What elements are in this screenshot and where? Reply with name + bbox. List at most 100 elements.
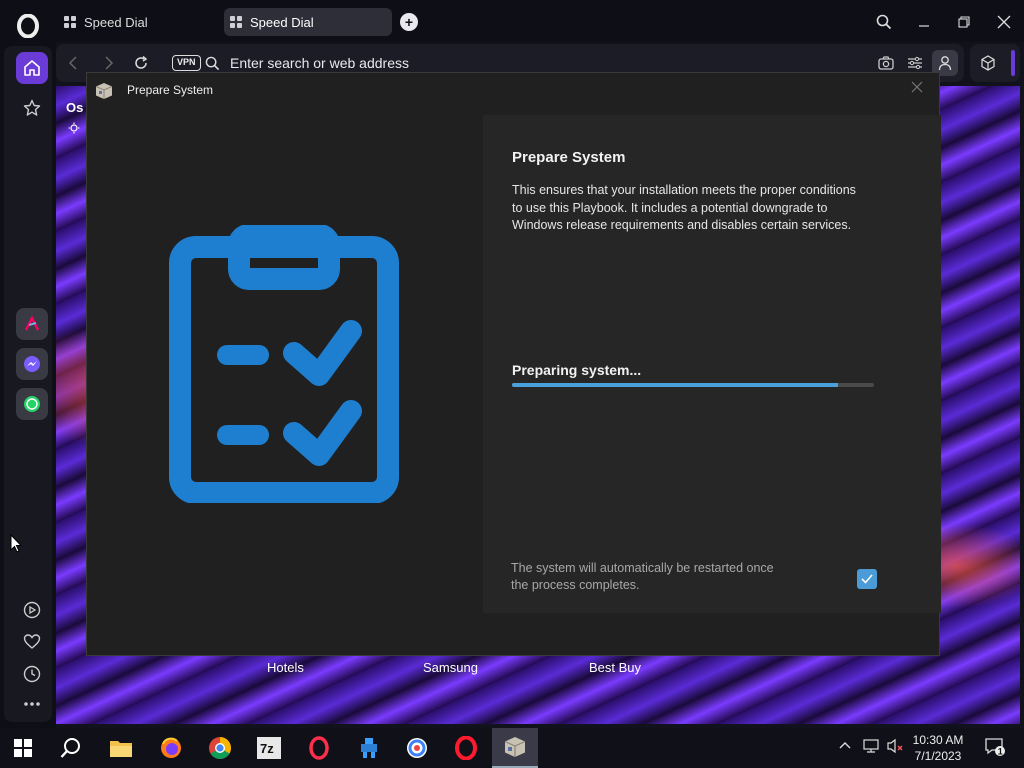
more-dots-icon (24, 702, 40, 706)
taskbar-file-explorer[interactable] (98, 728, 144, 768)
windows-logo-icon (14, 739, 32, 757)
easy-setup-button[interactable] (905, 53, 925, 73)
sidebar-player-button[interactable] (16, 594, 48, 626)
reload-icon (135, 56, 148, 69)
taskbar-brave[interactable] (394, 728, 440, 768)
close-window-button[interactable] (992, 10, 1016, 34)
dialog-close-button[interactable] (907, 79, 927, 99)
minimize-button[interactable] (912, 10, 936, 34)
tab-speed-dial-2[interactable]: Speed Dial (224, 8, 392, 36)
progress-status-text: Preparing system... (512, 362, 642, 378)
notification-icon: 1 (985, 738, 1005, 757)
restore-button[interactable] (952, 10, 976, 34)
clipboard-checklist-icon (169, 225, 399, 503)
reload-button[interactable] (130, 52, 152, 74)
taskbar-opera-gx[interactable] (296, 728, 342, 768)
dialog-window-title: Prepare System (127, 83, 214, 97)
tab-label: Speed Dial (250, 14, 314, 30)
restart-checkbox[interactable] (857, 569, 877, 589)
windows-taskbar: 7z 10:30 AM 7/1/2023 1 (0, 728, 1024, 768)
whatsapp-icon (24, 396, 40, 412)
progress-bar (512, 383, 874, 387)
chevron-right-icon (105, 56, 114, 70)
address-search-icon (202, 53, 222, 73)
prepare-system-dialog: Prepare System Prepare System This ensur… (86, 72, 941, 656)
taskbar-chrome[interactable] (197, 728, 243, 768)
browser-sidebar (0, 0, 56, 728)
back-button[interactable] (62, 52, 84, 74)
sidebar-more-button[interactable] (16, 688, 48, 720)
speed-dial-grid-icon (64, 16, 76, 28)
search-icon (60, 738, 80, 758)
tab-label: Speed Dial (84, 14, 148, 30)
opera-logo-icon[interactable] (14, 13, 42, 42)
taskbar-playbook-installer[interactable] (492, 728, 538, 768)
start-button[interactable] (0, 728, 46, 768)
opera-gx-icon (309, 736, 329, 760)
mouse-cursor-icon (10, 534, 22, 553)
tab-speed-dial-1[interactable]: Speed Dial (58, 8, 218, 36)
sidebar-aria-button[interactable] (16, 308, 48, 340)
taskbar-7zip[interactable]: 7z (246, 728, 292, 768)
restore-icon (958, 16, 970, 28)
snapshot-button[interactable] (876, 53, 896, 73)
clock-icon (23, 665, 41, 683)
taskbar-pixel-app[interactable] (346, 728, 392, 768)
chrome-icon (209, 737, 231, 759)
notification-count: 1 (998, 747, 1003, 757)
sidebar-home-button[interactable] (16, 52, 48, 84)
cube-icon (981, 55, 995, 71)
camera-icon (878, 56, 894, 70)
new-tab-button[interactable]: + (400, 13, 418, 31)
taskbar-search-button[interactable] (48, 728, 94, 768)
sidebar-messenger-button[interactable] (16, 348, 48, 380)
clock-date: 7/1/2023 (914, 749, 962, 763)
opera-icon (455, 736, 477, 760)
tab-search-button[interactable] (872, 10, 896, 34)
play-circle-icon (23, 601, 41, 619)
7zip-icon: 7z (257, 737, 281, 759)
speed-dial-tile-samsung[interactable]: Samsung (423, 660, 478, 675)
minimize-icon (919, 25, 929, 27)
close-icon (911, 81, 923, 93)
svg-text:7z: 7z (260, 741, 274, 756)
messenger-icon (24, 356, 40, 372)
sidebar-bookmarks-button[interactable] (16, 92, 48, 124)
clock-time: 10:30 AM (912, 733, 964, 747)
home-icon (24, 60, 40, 76)
star-icon (23, 99, 41, 116)
speed-dial-tile-best-buy[interactable]: Best Buy (589, 660, 641, 675)
taskbar-firefox[interactable] (148, 728, 194, 768)
sidebar-favorites-button[interactable] (16, 626, 48, 658)
tray-chevron-up-icon[interactable] (838, 738, 852, 755)
checkmark-icon (861, 574, 873, 584)
close-icon (997, 15, 1011, 29)
speed-dial-partial-label: Os (66, 100, 84, 115)
forward-button[interactable] (98, 52, 120, 74)
dialog-titlebar: Prepare System (87, 73, 939, 107)
network-icon[interactable] (862, 738, 880, 757)
notification-center-button[interactable]: 1 (984, 736, 1006, 761)
page-title: Prepare System (512, 149, 626, 166)
address-input[interactable] (230, 53, 830, 73)
user-icon (938, 56, 952, 71)
firefox-icon (161, 737, 181, 758)
taskbar-opera[interactable] (443, 728, 489, 768)
sidebar-history-button[interactable] (16, 658, 48, 690)
speed-dial-tile-hotels[interactable]: Hotels (267, 660, 304, 675)
speed-dial-grid-icon (230, 16, 242, 28)
sidebar-panel (4, 46, 52, 722)
restart-note-text: The system will automatically be restart… (511, 561, 774, 592)
sidebar-whatsapp-button[interactable] (16, 388, 48, 420)
sidebar-scroll-indicator (1011, 50, 1015, 76)
chevron-left-icon (68, 56, 77, 70)
installer-box-icon (504, 737, 526, 757)
vpn-badge[interactable]: VPN (172, 55, 201, 71)
search-icon (876, 14, 892, 30)
description-text: This ensures that your installation meet… (512, 183, 856, 232)
aria-icon (24, 315, 40, 331)
progress-bar-fill (512, 383, 838, 387)
taskbar-clock[interactable]: 10:30 AM 7/1/2023 (902, 732, 974, 764)
heart-icon (23, 634, 41, 649)
installer-box-icon (95, 83, 113, 99)
